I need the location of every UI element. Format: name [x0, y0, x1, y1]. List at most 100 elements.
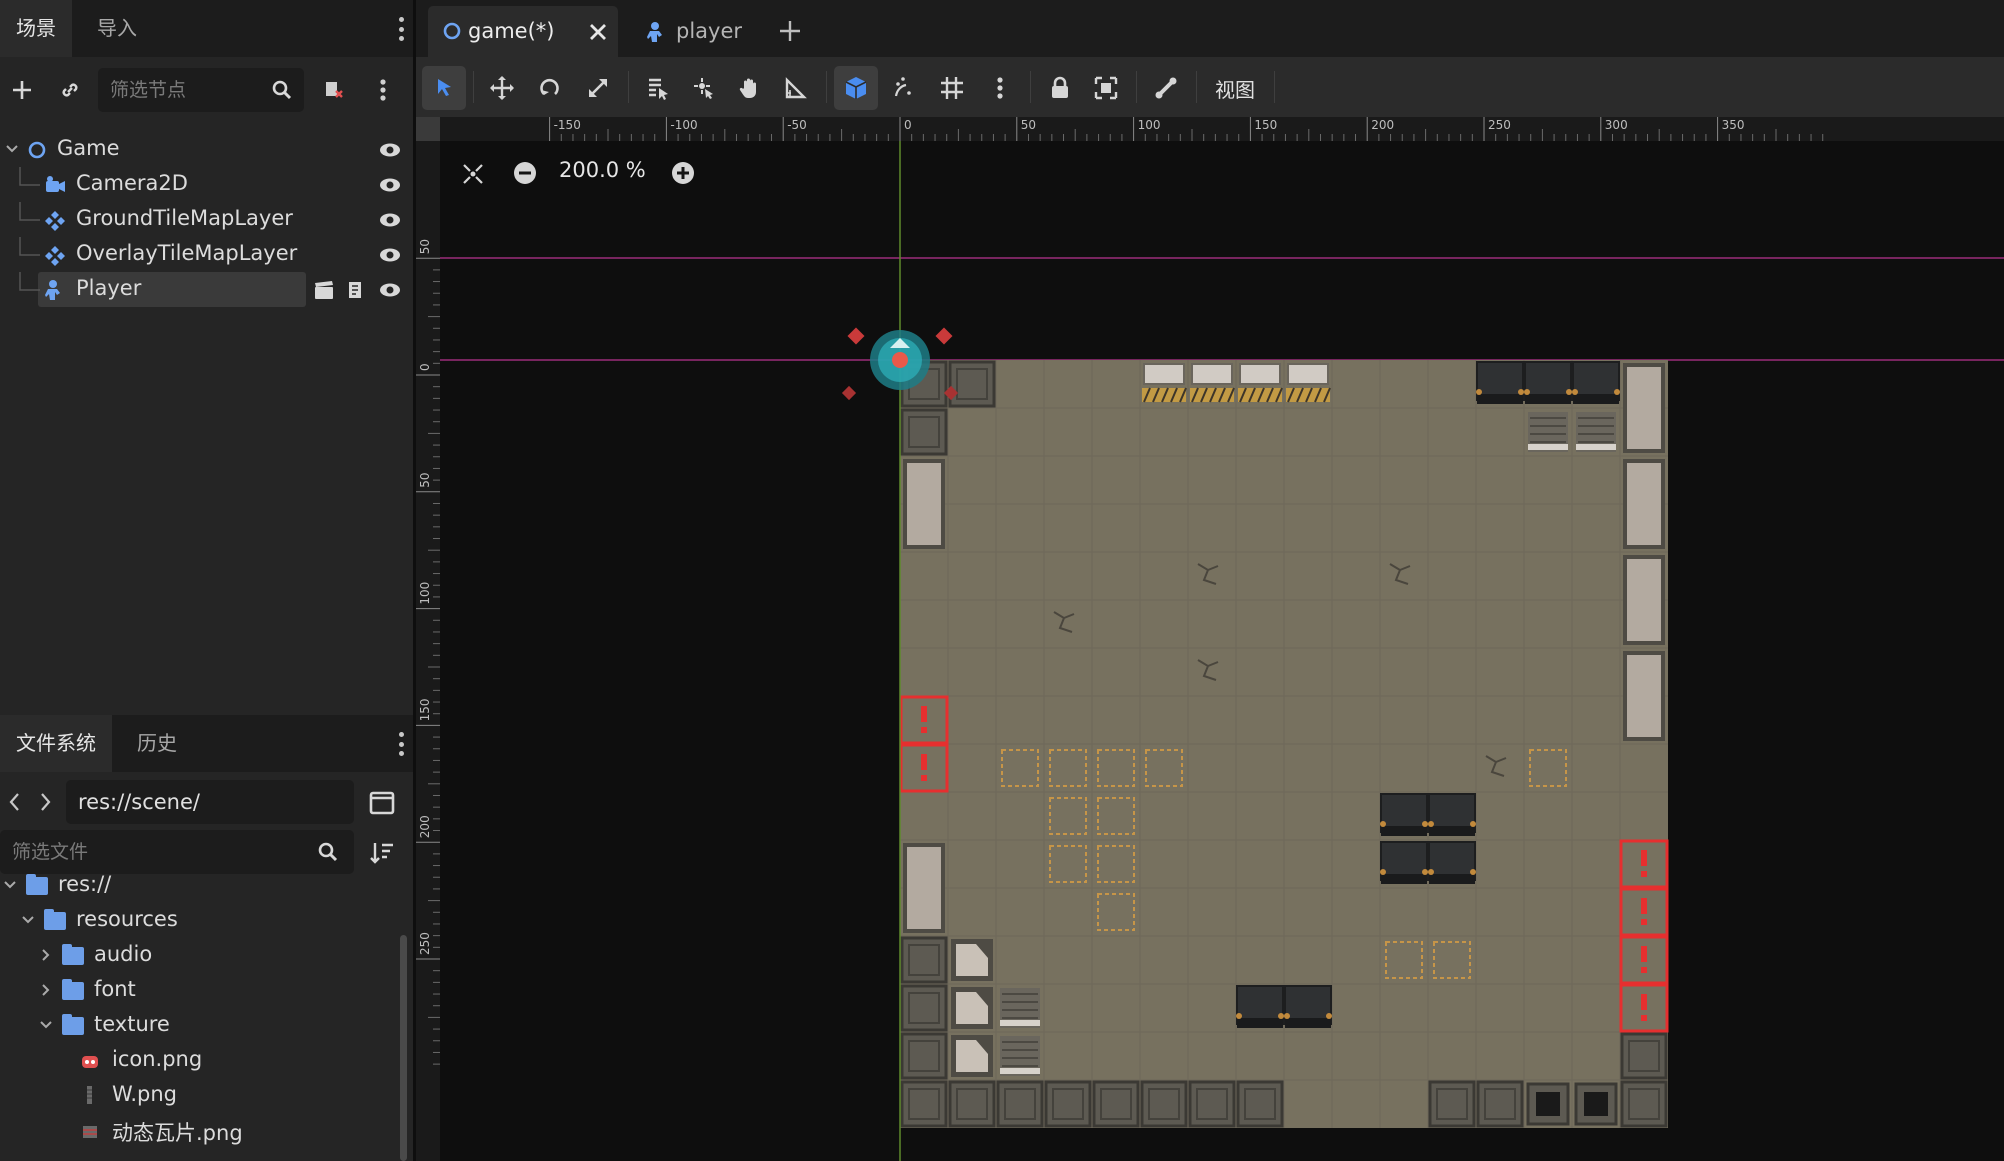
chevron-right-icon[interactable]	[38, 982, 54, 998]
tab-game-scene[interactable]: game(*)	[428, 6, 618, 57]
chevron-down-icon[interactable]	[38, 1017, 54, 1033]
move-tool[interactable]	[480, 66, 524, 110]
forward-arrow-icon[interactable]	[38, 792, 52, 812]
path-field[interactable]: res://scene/	[66, 780, 354, 824]
view-menu-button[interactable]: 视图	[1200, 66, 1270, 110]
visibility-eye-icon[interactable]	[379, 279, 401, 301]
group-icon[interactable]	[1084, 66, 1128, 110]
horizontal-ruler[interactable]: -150 -100 -50 0 50 100 150 200 250 300 350	[416, 117, 2004, 141]
tab-label: player	[676, 19, 743, 43]
tree-node-overlaytilemaplayer[interactable]: OverlayTileMapLayer	[0, 237, 413, 272]
sign-tile	[1287, 363, 1329, 385]
scale-tool[interactable]	[576, 66, 620, 110]
tree-node-label: GroundTileMapLayer	[76, 206, 293, 230]
chevron-down-icon[interactable]	[4, 141, 20, 157]
attach-script-icon[interactable]	[318, 74, 350, 106]
main-editor: game(*) player 视图 -150 -100 -50 0 50 100…	[416, 0, 2004, 1161]
tree-node-player[interactable]: Player	[0, 272, 413, 307]
chevron-down-icon[interactable]	[20, 912, 36, 928]
file-item-texture[interactable]: texture	[0, 1008, 390, 1043]
file-item-w-png[interactable]: W.png	[0, 1078, 390, 1113]
tree-node-game[interactable]: Game	[0, 132, 413, 167]
search-icon	[318, 842, 338, 862]
pan-tool[interactable]	[728, 66, 772, 110]
ruler-v-label: 250	[418, 932, 432, 955]
tree-node-groundtilemaplayer[interactable]: GroundTileMapLayer	[0, 202, 413, 237]
script-icon[interactable]	[344, 279, 366, 301]
sort-icon[interactable]	[369, 840, 395, 866]
vertical-ruler[interactable]: 50 0 50 100 150 200 250	[416, 117, 440, 1161]
character-icon	[45, 280, 60, 300]
folder-icon	[62, 979, 84, 1000]
snap-pixel-toggle[interactable]	[882, 66, 926, 110]
zoom-out-icon[interactable]	[512, 160, 538, 186]
pivot-tool[interactable]	[682, 66, 726, 110]
lock-icon[interactable]	[1038, 66, 1082, 110]
center-view-icon[interactable]	[460, 161, 486, 187]
file-tree-scrollbar[interactable]	[400, 935, 407, 1161]
file-item-resources[interactable]: resources	[0, 903, 390, 938]
canvas-viewport[interactable]	[440, 141, 2004, 1161]
close-icon[interactable]	[588, 22, 608, 42]
file-item-audio[interactable]: audio	[0, 938, 390, 973]
file-item-label: W.png	[112, 1082, 177, 1106]
chevron-down-icon[interactable]	[2, 877, 18, 893]
scene-dock-menu-icon[interactable]	[397, 17, 405, 41]
toggle-split-view-icon[interactable]	[369, 790, 395, 816]
file-item-icon-png[interactable]: icon.png	[0, 1043, 390, 1078]
zoom-in-icon[interactable]	[670, 160, 696, 186]
folder-icon	[44, 909, 66, 930]
skeleton-bone-icon[interactable]	[1144, 66, 1188, 110]
rotate-tool[interactable]	[528, 66, 572, 110]
instance-scene-link-icon[interactable]	[54, 74, 86, 106]
visibility-eye-icon[interactable]	[379, 209, 401, 231]
list-select-tool[interactable]	[636, 66, 680, 110]
ruler-v-label: 150	[418, 698, 432, 721]
zoom-level[interactable]: 200.0 %	[559, 158, 646, 182]
sign-tile	[1143, 363, 1185, 385]
tab-filesystem[interactable]: 文件系统	[0, 715, 112, 772]
open-scene-clapper-icon[interactable]	[313, 279, 335, 301]
file-item-label: res://	[58, 872, 112, 896]
file-item-res-root[interactable]: res://	[0, 868, 390, 903]
smart-snap-toggle[interactable]	[834, 66, 878, 110]
tab-scene[interactable]: 场景	[0, 0, 72, 57]
visibility-eye-icon[interactable]	[379, 244, 401, 266]
visibility-eye-icon[interactable]	[379, 139, 401, 161]
canvas-toolbar: 视图	[416, 57, 2004, 117]
filesystem-dock-menu-icon[interactable]	[397, 732, 405, 756]
scene-dock-tabs: 场景 导入	[0, 0, 413, 57]
snap-options-icon[interactable]	[978, 66, 1022, 110]
folder-icon	[26, 874, 48, 895]
scene-more-icon[interactable]	[367, 74, 399, 106]
ruler-h-label: 350	[1722, 118, 1745, 132]
ruler-v-label: 50	[418, 239, 432, 254]
back-arrow-icon[interactable]	[8, 792, 22, 812]
tilemaplayer-icon	[45, 211, 65, 231]
image-thumbnail-icon	[83, 1126, 97, 1138]
ruler-corner	[416, 117, 440, 141]
character-icon	[647, 22, 662, 42]
sign-tile	[1239, 363, 1281, 385]
ruler-h-label: 0	[904, 118, 912, 132]
file-item-font[interactable]: font	[0, 973, 390, 1008]
chevron-right-icon[interactable]	[38, 947, 54, 963]
tab-player-scene[interactable]: player	[646, 6, 786, 57]
sign-tile	[1191, 363, 1233, 385]
ruler-v-label: 0	[418, 363, 432, 371]
tree-node-camera2d[interactable]: Camera2D	[0, 167, 413, 202]
tree-node-label: Camera2D	[76, 171, 188, 195]
ruler-tool[interactable]	[774, 66, 818, 110]
add-scene-tab-icon[interactable]	[778, 19, 802, 43]
tab-history[interactable]: 历史	[112, 715, 202, 772]
scene-toolbar	[0, 57, 413, 123]
tab-label: game(*)	[468, 19, 555, 43]
visibility-eye-icon[interactable]	[379, 174, 401, 196]
select-tool[interactable]	[422, 66, 466, 110]
grid-snap-toggle[interactable]	[930, 66, 974, 110]
add-node-icon[interactable]	[6, 74, 38, 106]
ruler-v-label: 50	[418, 473, 432, 488]
tab-import[interactable]: 导入	[72, 0, 162, 57]
left-dock: 场景 导入 Game	[0, 0, 413, 1161]
file-item-animated-tiles-png[interactable]: 动态瓦片.png	[0, 1113, 390, 1148]
